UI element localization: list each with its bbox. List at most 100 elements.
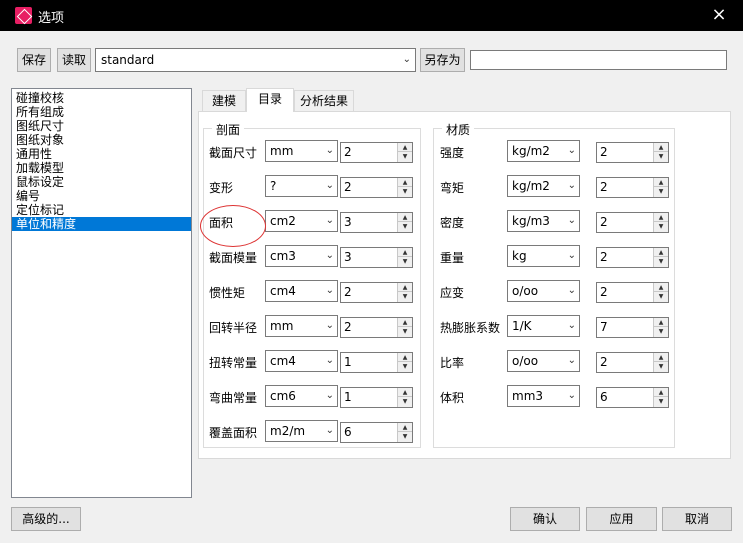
triangle-up-icon[interactable]: ▲ <box>654 388 668 397</box>
row-label: 重量 <box>440 251 465 265</box>
advanced-button[interactable]: 高级的... <box>11 507 81 531</box>
precision-stepper[interactable]: 7 ▲ ▼ <box>596 317 669 338</box>
cancel-button[interactable]: 取消 <box>662 507 732 531</box>
tab-catalog[interactable]: 目录 <box>246 88 294 112</box>
precision-stepper[interactable]: 2 ▲ ▼ <box>596 352 669 373</box>
chevron-down-icon: ⌄ <box>567 145 576 156</box>
stepper-buttons: ▲ ▼ <box>653 178 668 197</box>
category-item[interactable]: 加载模型 <box>12 161 191 175</box>
category-list[interactable]: 碰撞校核 所有组成 图纸尺寸 图纸对象 通用性 加载模型 鼠标设定 编号 定位标… <box>11 88 192 498</box>
unit-select[interactable]: o/oo ⌄ <box>507 350 580 372</box>
triangle-up-icon[interactable]: ▲ <box>654 283 668 292</box>
triangle-down-icon[interactable]: ▼ <box>654 222 668 231</box>
annotation-circle <box>200 205 266 247</box>
category-item[interactable]: 鼠标设定 <box>12 175 191 189</box>
chevron-down-icon: ⌄ <box>567 215 576 226</box>
unit-select[interactable]: m2/m ⌄ <box>265 420 338 442</box>
triangle-up-icon[interactable]: ▲ <box>654 178 668 187</box>
precision-stepper[interactable]: 2 ▲ ▼ <box>596 247 669 268</box>
unit-value: kg <box>512 249 527 263</box>
save-as-name-input[interactable] <box>470 50 727 70</box>
precision-value: 7 <box>600 320 608 334</box>
triangle-down-icon[interactable]: ▼ <box>654 362 668 371</box>
material-row: 应变 o/oo ⌄ 2 ▲ ▼ <box>199 280 732 304</box>
apply-button[interactable]: 应用 <box>586 507 657 531</box>
chevron-down-icon: ⌄ <box>567 390 576 401</box>
load-button[interactable]: 读取 <box>57 48 91 72</box>
stepper-buttons: ▲ ▼ <box>653 353 668 372</box>
precision-value: 2 <box>600 180 608 194</box>
triangle-up-icon[interactable]: ▲ <box>654 213 668 222</box>
triangle-down-icon[interactable]: ▼ <box>654 397 668 406</box>
triangle-down-icon[interactable]: ▼ <box>654 257 668 266</box>
section-group-title: 剖面 <box>212 121 245 138</box>
triangle-up-icon[interactable]: ▲ <box>398 423 412 432</box>
material-row: 比率 o/oo ⌄ 2 ▲ ▼ <box>199 350 732 374</box>
precision-stepper[interactable]: 6 ▲ ▼ <box>596 387 669 408</box>
ok-button[interactable]: 确认 <box>510 507 580 531</box>
precision-value: 2 <box>600 215 608 229</box>
unit-select[interactable]: kg/m2 ⌄ <box>507 175 580 197</box>
unit-value: 1/K <box>512 319 532 333</box>
unit-select[interactable]: 1/K ⌄ <box>507 315 580 337</box>
chevron-down-icon: ⌄ <box>325 425 334 436</box>
stepper-buttons: ▲ ▼ <box>653 248 668 267</box>
category-item[interactable]: 定位标记 <box>12 203 191 217</box>
triangle-up-icon[interactable]: ▲ <box>654 318 668 327</box>
triangle-down-icon[interactable]: ▼ <box>654 187 668 196</box>
precision-stepper[interactable]: 2 ▲ ▼ <box>596 282 669 303</box>
unit-value: o/oo <box>512 354 539 368</box>
save-button[interactable]: 保存 <box>17 48 51 72</box>
unit-select[interactable]: o/oo ⌄ <box>507 280 580 302</box>
category-item[interactable]: 通用性 <box>12 147 191 161</box>
window-title: 选项 <box>38 11 65 26</box>
category-item[interactable]: 碰撞校核 <box>12 91 191 105</box>
chevron-down-icon: ⌄ <box>567 285 576 296</box>
precision-stepper[interactable]: 2 ▲ ▼ <box>596 142 669 163</box>
stepper-buttons: ▲ ▼ <box>397 423 412 442</box>
precision-stepper[interactable]: 6 ▲ ▼ <box>340 422 413 443</box>
unit-select[interactable]: kg ⌄ <box>507 245 580 267</box>
chevron-down-icon: ⌄ <box>567 320 576 331</box>
precision-value: 6 <box>600 390 608 404</box>
triangle-up-icon[interactable]: ▲ <box>654 248 668 257</box>
precision-value: 2 <box>600 145 608 159</box>
precision-value: 2 <box>600 250 608 264</box>
unit-select[interactable]: kg/m3 ⌄ <box>507 210 580 232</box>
section-row: 覆盖面积 m2/m ⌄ 6 ▲ ▼ <box>199 420 732 444</box>
preset-select[interactable]: standard ⌄ <box>95 48 416 72</box>
close-icon: × <box>711 4 727 25</box>
tab-analysis-results[interactable]: 分析结果 <box>294 90 354 112</box>
triangle-down-icon[interactable]: ▼ <box>398 432 412 441</box>
stepper-buttons: ▲ ▼ <box>653 143 668 162</box>
tab-modeling[interactable]: 建模 <box>202 90 246 112</box>
triangle-down-icon[interactable]: ▼ <box>654 152 668 161</box>
save-as-button[interactable]: 另存为 <box>420 48 465 72</box>
unit-select[interactable]: kg/m2 ⌄ <box>507 140 580 162</box>
row-label: 体积 <box>440 391 465 405</box>
close-button[interactable]: × <box>709 5 729 25</box>
row-label: 覆盖面积 <box>209 426 258 440</box>
dialog-body: 保存 读取 standard ⌄ 另存为 碰撞校核 所有组成 图纸尺寸 图纸对象… <box>0 31 743 543</box>
precision-stepper[interactable]: 2 ▲ ▼ <box>596 177 669 198</box>
triangle-down-icon[interactable]: ▼ <box>654 292 668 301</box>
title-bar: 选项 × <box>0 0 743 31</box>
row-label: 应变 <box>440 286 465 300</box>
triangle-down-icon[interactable]: ▼ <box>654 327 668 336</box>
category-item[interactable]: 编号 <box>12 189 191 203</box>
category-item[interactable]: 图纸尺寸 <box>12 119 191 133</box>
material-row: 密度 kg/m3 ⌄ 2 ▲ ▼ <box>199 210 732 234</box>
unit-select[interactable]: mm3 ⌄ <box>507 385 580 407</box>
triangle-up-icon[interactable]: ▲ <box>654 353 668 362</box>
category-item[interactable]: 所有组成 <box>12 105 191 119</box>
material-group-title: 材质 <box>442 121 475 138</box>
unit-value: kg/m2 <box>512 179 550 193</box>
triangle-up-icon[interactable]: ▲ <box>654 143 668 152</box>
precision-stepper[interactable]: 2 ▲ ▼ <box>596 212 669 233</box>
unit-value: kg/m3 <box>512 214 550 228</box>
precision-value: 6 <box>344 425 352 439</box>
category-item-selected[interactable]: 单位和精度 <box>12 217 191 231</box>
category-item[interactable]: 图纸对象 <box>12 133 191 147</box>
stepper-buttons: ▲ ▼ <box>653 283 668 302</box>
precision-value: 2 <box>600 285 608 299</box>
